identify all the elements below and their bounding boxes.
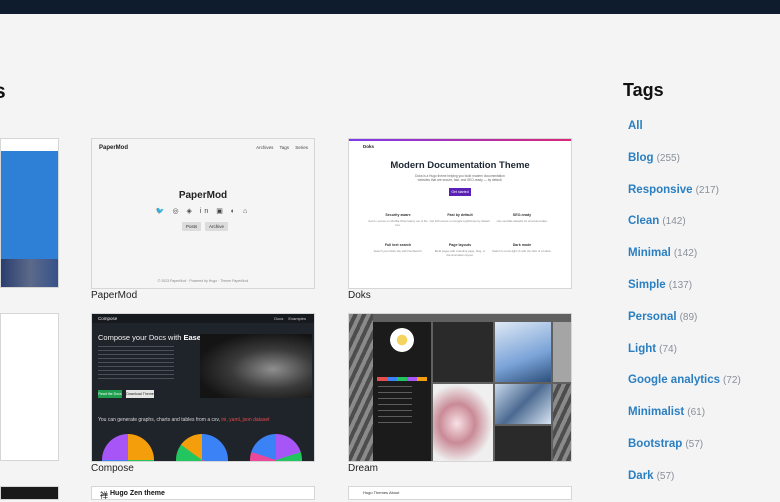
tag-link-dark[interactable]: Dark (57) bbox=[628, 470, 741, 502]
dream-post-tile bbox=[433, 322, 493, 382]
dream-post-tile bbox=[553, 322, 571, 382]
dream-post-tile bbox=[433, 384, 493, 461]
theme-thumbnail-left-3[interactable] bbox=[0, 486, 59, 500]
tag-link-personal[interactable]: Personal (89) bbox=[628, 311, 741, 343]
theme-thumbnail-doks[interactable]: Doks Modern Documentation Theme Doks is … bbox=[348, 138, 572, 289]
dream-tag-colors bbox=[377, 377, 427, 381]
compose-hero-photo bbox=[200, 334, 312, 398]
tag-link-light[interactable]: Light (74) bbox=[628, 343, 741, 375]
theme-thumbnail-dream[interactable] bbox=[348, 313, 572, 462]
dream-post-tile bbox=[495, 384, 551, 424]
theme-thumbnail-bottom-3[interactable]: Hugo Themes About bbox=[348, 486, 572, 500]
doks-logo: Doks bbox=[363, 144, 375, 149]
compose-title: Compose your Docs with Ease. bbox=[98, 333, 204, 342]
doks-accent-bar bbox=[349, 139, 571, 141]
doks-feature: Page layouts Build pages with a landing p… bbox=[434, 243, 486, 257]
hugo-zen-title: Hugo Zen theme bbox=[110, 490, 165, 497]
doks-get-started-button: Get started bbox=[449, 188, 471, 196]
theme-thumbnail-hugo-zen[interactable]: 禅 Hugo Zen theme bbox=[91, 486, 315, 500]
tag-link-all[interactable]: All bbox=[628, 120, 741, 152]
doks-headline: Modern Documentation Theme bbox=[390, 160, 530, 171]
compose-nav: Docs Examples bbox=[274, 316, 306, 321]
tag-link-minimalist[interactable]: Minimalist (61) bbox=[628, 406, 741, 438]
papermod-posts-button: Posts bbox=[182, 222, 202, 231]
theme-thumbnail-compose[interactable]: Compose Docs Examples Compose your Docs … bbox=[91, 313, 315, 462]
theme-thumbnail-left-2[interactable] bbox=[0, 313, 59, 461]
dream-side-pattern bbox=[349, 314, 373, 461]
tag-link-minimal[interactable]: Minimal (142) bbox=[628, 247, 741, 279]
bottom-3-header-text: Hugo Themes About bbox=[363, 490, 400, 495]
theme-thumbnail-papermod[interactable]: PaperMod Archives Tags Series PaperMod 🐦… bbox=[91, 138, 315, 289]
tag-link-simple[interactable]: Simple (137) bbox=[628, 279, 741, 311]
thumbnail-art-footer bbox=[1, 259, 58, 287]
tag-link-responsive[interactable]: Responsive (217) bbox=[628, 184, 741, 216]
dream-side-pattern bbox=[553, 384, 571, 461]
theme-caption-doks[interactable]: Doks bbox=[348, 290, 371, 301]
compose-pie-chart bbox=[176, 434, 228, 461]
top-navigation-bar bbox=[0, 0, 780, 14]
theme-caption-papermod[interactable]: PaperMod bbox=[91, 290, 137, 301]
doks-feature: Full text search Search your Doks site wi… bbox=[373, 243, 423, 253]
papermod-social-icons: 🐦 ◎ ◈ in ▣ ◐ ⌂ bbox=[155, 208, 251, 215]
compose-subheading: You can generate graphs, charts and tabl… bbox=[98, 417, 270, 423]
tag-link-bootstrap[interactable]: Bootstrap (57) bbox=[628, 438, 741, 470]
compose-logo: Compose bbox=[98, 316, 118, 321]
themes-section-heading: s bbox=[0, 80, 6, 104]
dream-post-tile bbox=[495, 426, 551, 461]
compose-pie-chart bbox=[250, 434, 302, 461]
tags-heading: Tags bbox=[623, 80, 664, 100]
dream-avatar bbox=[390, 328, 414, 352]
doks-feature: Fast by default Get 100 scores on Google … bbox=[429, 213, 491, 223]
tag-list: All Blog (255) Responsive (217) Clean (142)… bbox=[628, 120, 741, 502]
hugo-zen-logo-icon: 禅 bbox=[100, 491, 108, 500]
doks-feature: Security aware Get A+ scores on Mozilla O… bbox=[368, 213, 428, 227]
compose-pie-chart bbox=[102, 434, 154, 461]
papermod-archive-button: Archive bbox=[205, 222, 229, 231]
doks-subtitle: Doks is a Hugo theme helping you build m… bbox=[415, 174, 505, 182]
doks-feature: SEO-ready Use sensible defaults for struc… bbox=[496, 213, 548, 223]
tag-link-google-analytics[interactable]: Google analytics (72) bbox=[628, 374, 741, 406]
papermod-nav: Archives Tags Series bbox=[256, 145, 308, 150]
dream-post-tile bbox=[495, 322, 551, 382]
thumbnail-art bbox=[1, 151, 58, 259]
tag-link-clean[interactable]: Clean (142) bbox=[628, 215, 741, 247]
papermod-title: PaperMod bbox=[178, 190, 228, 201]
tag-link-blog[interactable]: Blog (255) bbox=[628, 152, 741, 184]
papermod-logo: PaperMod bbox=[99, 145, 129, 151]
papermod-footer: © 2023 PaperMod · Powered by Hugo · Them… bbox=[157, 279, 249, 283]
theme-caption-compose[interactable]: Compose bbox=[91, 463, 134, 474]
theme-caption-dream[interactable]: Dream bbox=[348, 463, 378, 474]
compose-body-text bbox=[98, 346, 174, 382]
theme-thumbnail-left-1[interactable] bbox=[0, 138, 59, 288]
doks-feature: Dark mode Switch to a low-light UI with t… bbox=[492, 243, 552, 253]
compose-read-docs-button: Read the Docs bbox=[98, 390, 122, 398]
compose-download-button: Download Theme bbox=[126, 390, 154, 398]
dream-profile-card bbox=[373, 322, 431, 461]
dream-profile-lines bbox=[378, 386, 412, 426]
